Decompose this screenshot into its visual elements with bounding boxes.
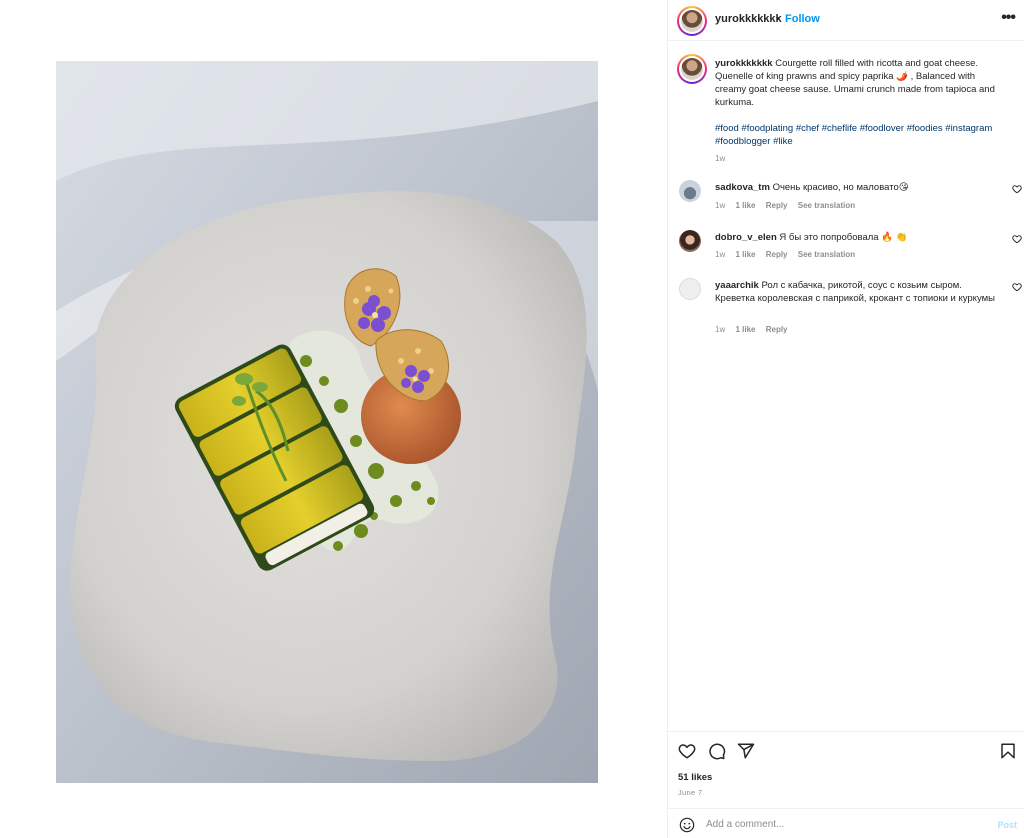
comment-heart-icon[interactable] — [1012, 234, 1022, 244]
comment-meta: 1w 1 like Reply — [715, 325, 796, 334]
comment-icon[interactable] — [708, 742, 726, 760]
heart-icon[interactable] — [678, 742, 696, 760]
comment-heart-icon[interactable] — [1012, 282, 1022, 292]
add-comment-bar: Post — [668, 808, 1024, 838]
reply-button[interactable]: Reply — [766, 250, 788, 259]
comment-body: Я бы это попробовала 🔥 👏 — [779, 232, 908, 243]
post-date: June 7 — [678, 788, 703, 797]
flower-center — [412, 376, 418, 382]
bookmark-icon[interactable] — [999, 742, 1017, 760]
share-icon[interactable] — [737, 742, 755, 760]
media-pane — [0, 0, 667, 838]
comment-text: sadkova_tm Очень красиво, но маловато😘 — [715, 181, 995, 194]
post-photo[interactable] — [56, 61, 598, 783]
author-avatar[interactable] — [677, 6, 707, 36]
comment-heart-icon[interactable] — [1012, 184, 1022, 194]
post-comment-button[interactable]: Post — [997, 820, 1017, 830]
follow-button[interactable]: Follow — [785, 13, 820, 25]
comment-body: Очень красиво, но маловато😘 — [772, 182, 909, 193]
commenter-username[interactable]: yaaarchik — [715, 280, 759, 291]
reply-button[interactable]: Reply — [766, 201, 788, 210]
comment-likes[interactable]: 1 like — [735, 325, 755, 334]
commenter-avatar[interactable] — [679, 180, 701, 202]
more-options-icon[interactable]: ••• — [1001, 9, 1016, 27]
comment-likes[interactable]: 1 like — [735, 250, 755, 259]
reply-button[interactable]: Reply — [766, 325, 788, 334]
author-username[interactable]: yurokkkkkkk — [715, 13, 782, 25]
comment-meta: 1w 1 like Reply See translation — [715, 250, 863, 259]
comments-scroll-area[interactable]: yurokkkkkkk Courgette roll filled with r… — [668, 42, 1024, 730]
commenter-avatar[interactable] — [679, 230, 701, 252]
caption-username[interactable]: yurokkkkkkk — [715, 58, 773, 69]
flower-center — [372, 312, 378, 318]
comment-time[interactable]: 1w — [715, 250, 725, 259]
caption-text: yurokkkkkkk Courgette roll filled with r… — [715, 57, 1007, 109]
caption-hashtags[interactable]: #food #foodplating #chef #cheflife #food… — [715, 122, 1005, 148]
likes-count[interactable]: 51 likes — [678, 772, 712, 783]
caption-timestamp[interactable]: 1w — [715, 154, 725, 163]
commenter-username[interactable]: dobro_v_elen — [715, 232, 777, 243]
commenter-avatar[interactable] — [679, 278, 701, 300]
comment-input[interactable] — [706, 815, 966, 833]
comment-meta: 1w 1 like Reply See translation — [715, 201, 863, 210]
separator-dot: • — [776, 13, 780, 25]
comment-likes[interactable]: 1 like — [735, 201, 755, 210]
post-header: yurokkkkkkk • Follow ••• — [668, 0, 1024, 41]
see-translation-button[interactable]: See translation — [798, 201, 855, 210]
comment-time[interactable]: 1w — [715, 325, 725, 334]
food-photo-illustration — [56, 61, 598, 783]
comment-text: yaaarchik Рол с кабачка, рикотой, соус с… — [715, 279, 995, 305]
post-actions: 51 likes June 7 — [668, 731, 1024, 807]
instagram-post-view: yurokkkkkkk • Follow ••• yurokkkkkkk Cou… — [0, 0, 1024, 838]
see-translation-button[interactable]: See translation — [798, 250, 855, 259]
emoji-icon[interactable] — [679, 817, 695, 833]
post-side-panel: yurokkkkkkk • Follow ••• yurokkkkkkk Cou… — [667, 0, 1024, 838]
comment-text: dobro_v_elen Я бы это попробовала 🔥 👏 — [715, 231, 995, 244]
comment-time[interactable]: 1w — [715, 201, 725, 210]
commenter-username[interactable]: sadkova_tm — [715, 182, 770, 193]
caption-avatar[interactable] — [677, 54, 707, 84]
